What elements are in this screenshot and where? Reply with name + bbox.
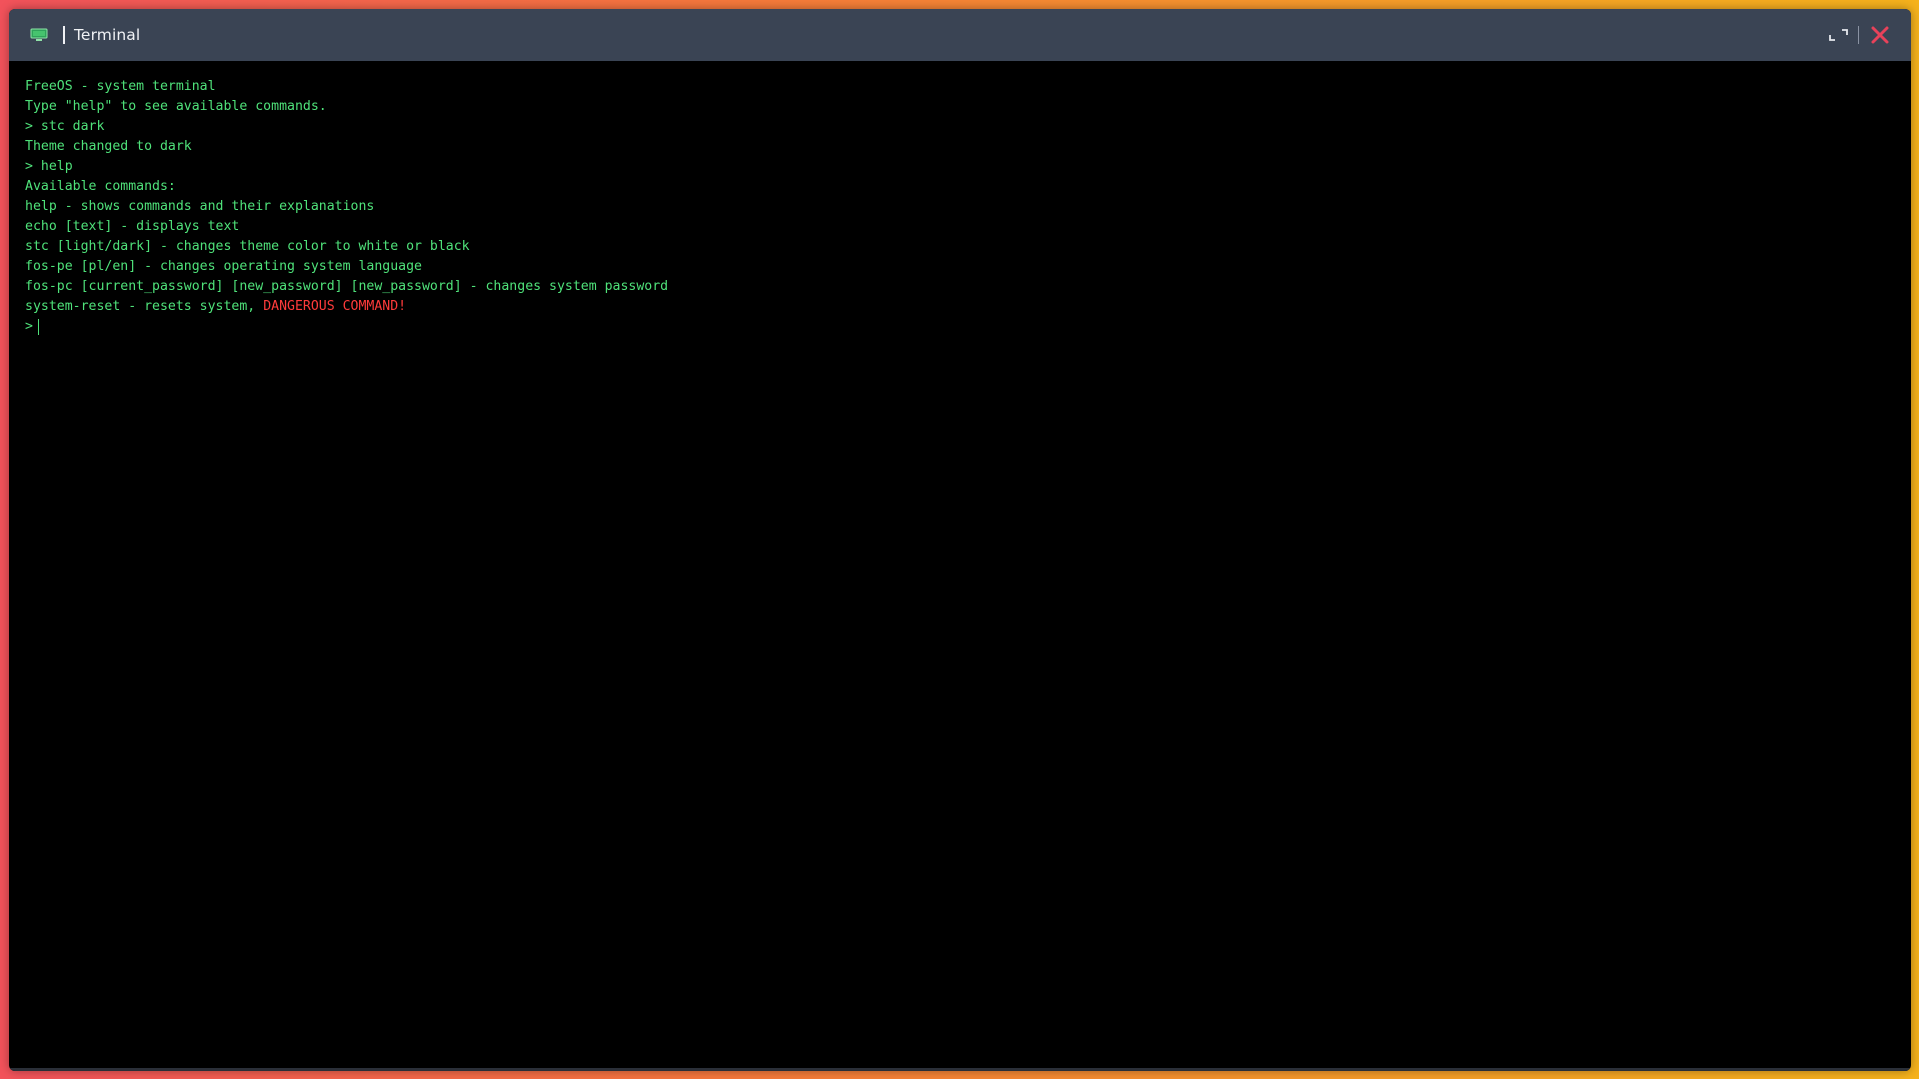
terminal-window: Terminal FreeOS - system terminal Type "…: [9, 9, 1911, 1071]
title-divider: [63, 26, 65, 44]
terminal-line: fos-pc [current_password] [new_password]…: [25, 279, 669, 294]
close-icon[interactable]: [1867, 22, 1893, 48]
terminal-line: FreeOS - system terminal: [25, 79, 216, 94]
terminal-line-reset: system-reset - resets system, DANGEROUS …: [25, 297, 1895, 317]
terminal-line: stc [light/dark] - changes theme color t…: [25, 239, 470, 254]
command-input[interactable]: [39, 317, 1895, 337]
terminal-line: help - shows commands and their explanat…: [25, 199, 375, 214]
title-bar[interactable]: Terminal: [9, 9, 1911, 61]
terminal-line: > stc dark: [25, 119, 105, 134]
maximize-icon[interactable]: [1826, 22, 1852, 48]
command-prompt[interactable]: >: [25, 317, 1895, 337]
dangerous-warning: DANGEROUS COMMAND!: [263, 299, 407, 314]
terminal-line: Type "help" to see available commands.: [25, 99, 327, 114]
prompt-symbol: >: [25, 319, 33, 334]
terminal-output[interactable]: FreeOS - system terminal Type "help" to …: [9, 61, 1911, 1071]
terminal-line: echo [text] - displays text: [25, 219, 240, 234]
window-controls: [1826, 22, 1893, 48]
window-title: Terminal: [74, 26, 141, 44]
terminal-line: fos-pe [pl/en] - changes operating syste…: [25, 259, 422, 274]
terminal-line: Available commands:: [25, 179, 176, 194]
terminal-line: > help: [25, 159, 73, 174]
reset-command-text: system-reset - resets system,: [25, 299, 264, 314]
terminal-line: Theme changed to dark: [25, 139, 192, 154]
terminal-monitor-icon: [29, 28, 49, 42]
window-bottom-edge: [9, 1068, 1911, 1071]
controls-divider: [1858, 26, 1859, 44]
